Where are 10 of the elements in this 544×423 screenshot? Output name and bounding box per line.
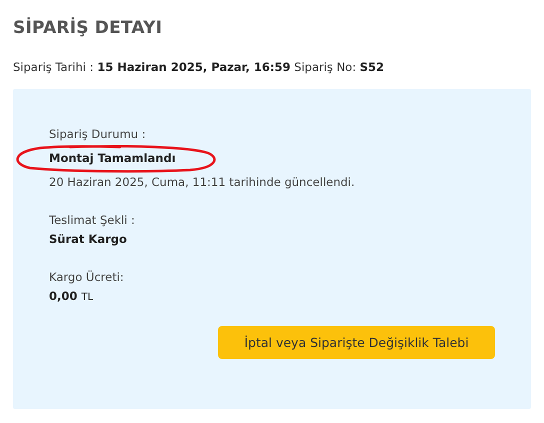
field-value: 0,00 TL (49, 288, 94, 305)
page-title: SİPARİŞ DETAYI (13, 18, 164, 38)
change-request-button[interactable]: İptal veya Siparişte Değişiklik Talebi (218, 326, 495, 359)
field-label: Teslimat Şekli : (49, 212, 135, 229)
field-label: Kargo Ücreti: (49, 269, 124, 286)
field-label: Sipariş Durumu : (49, 126, 146, 143)
order-info: Sipariş Tarihi : 15 Haziran 2025, Pazar, 16:59 Sipariş No: S52 (13, 60, 386, 74)
field-value: Montaj Tamamlandı (49, 150, 176, 167)
update-note: 20 Haziran 2025, Cuma, 11:11 tarihinde güncellendi. (49, 174, 355, 191)
field-value: Sürat Kargo (49, 231, 127, 248)
